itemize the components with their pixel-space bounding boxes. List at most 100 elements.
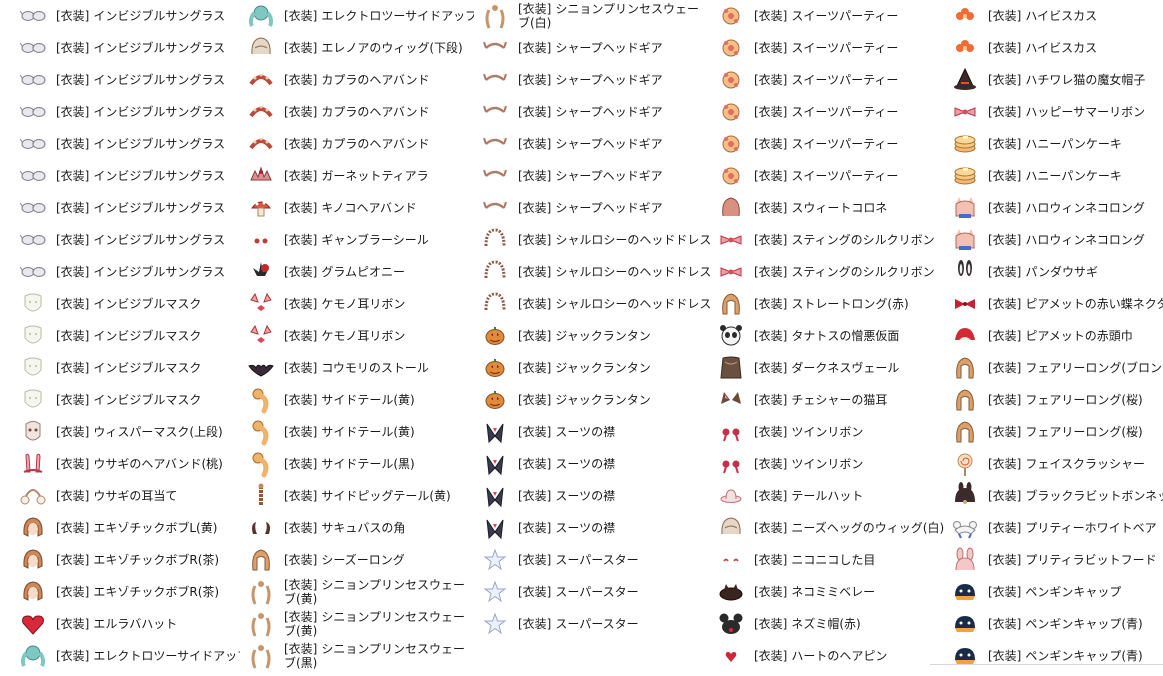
costume-item[interactable]: [衣装] スイーツパーティー (716, 160, 944, 192)
costume-item[interactable]: [衣装] スイーツパーティー (716, 32, 944, 64)
costume-item[interactable]: [衣装] ケモノ耳リボン (246, 320, 474, 352)
costume-item[interactable]: [衣装] ジャックランタン (480, 320, 712, 352)
costume-item[interactable]: [衣装] ハイビスカス (950, 0, 1163, 32)
costume-item[interactable]: [衣装] インビジブルマスク (18, 320, 240, 352)
costume-item[interactable]: [衣装] シャープヘッドギア (480, 96, 712, 128)
costume-item[interactable]: [衣装] スウィートコロネ (716, 192, 944, 224)
costume-item[interactable]: [衣装] シャープヘッドギア (480, 192, 712, 224)
costume-item[interactable]: [衣装] スーパースター (480, 576, 712, 608)
costume-item[interactable]: [衣装] カプラのヘアバンド (246, 64, 474, 96)
costume-item[interactable]: [衣装] ギャンブラーシール (246, 224, 474, 256)
costume-item[interactable]: [衣装] インビジブルサングラス (18, 32, 240, 64)
costume-item[interactable]: [衣装] ウィスパーマスク(上段) (18, 416, 240, 448)
costume-item[interactable]: [衣装] カプラのヘアバンド (246, 96, 474, 128)
costume-item[interactable]: [衣装] シニョンプリンセスウェーブ(黒) (246, 640, 474, 672)
costume-item[interactable]: [衣装] スティングのシルクリボン (716, 256, 944, 288)
costume-item[interactable]: [衣装] ピアメットの赤頭巾 (950, 320, 1163, 352)
costume-item[interactable]: [衣装] ペンギンキャップ(青) (950, 608, 1163, 640)
costume-item[interactable]: [衣装] スイーツパーティー (716, 128, 944, 160)
costume-item[interactable]: [衣装] シニョンプリンセスウェーブ(白) (480, 0, 712, 32)
costume-item[interactable]: [衣装] シニョンプリンセスウェーブ(黄) (246, 608, 474, 640)
costume-item[interactable]: [衣装] インビジブルサングラス (18, 0, 240, 32)
costume-item[interactable]: [衣装] ツインリボン (716, 448, 944, 480)
costume-item[interactable]: [衣装] チェシャーの猫耳 (716, 384, 944, 416)
costume-item[interactable]: [衣装] スイーツパーティー (716, 0, 944, 32)
costume-item[interactable]: [衣装] エキゾチックボブL(黄) (18, 512, 240, 544)
costume-item[interactable]: [衣装] ジャックランタン (480, 384, 712, 416)
costume-item[interactable]: [衣装] ウサギのヘアバンド(桃) (18, 448, 240, 480)
costume-item[interactable]: [衣装]ピアメットの赤い蝶ネクタイ (950, 288, 1163, 320)
costume-item[interactable]: [衣装] サイドピッグテール(黄) (246, 480, 474, 512)
costume-item[interactable]: [衣装] ストレートロング(赤) (716, 288, 944, 320)
costume-item[interactable]: [衣装] エルラバハット (18, 608, 240, 640)
costume-item[interactable]: [衣装] ハロウィンネコロング (950, 224, 1163, 256)
costume-item[interactable]: [衣装] コウモリのストール (246, 352, 474, 384)
costume-item[interactable]: [衣装] インビジブルサングラス (18, 64, 240, 96)
costume-item[interactable]: [衣装] カプラのヘアバンド (246, 128, 474, 160)
costume-item[interactable]: [衣装] インビジブルマスク (18, 288, 240, 320)
costume-item[interactable]: [衣装] シャルロシーのヘッドドレス (480, 288, 712, 320)
costume-item[interactable]: [衣装] サイドテール(黄) (246, 384, 474, 416)
costume-item[interactable]: [衣装] シャープヘッドギア (480, 32, 712, 64)
costume-item[interactable]: [衣装] ダークネスヴェール (716, 352, 944, 384)
costume-item[interactable]: [衣装] スイーツパーティー (716, 96, 944, 128)
costume-item[interactable]: [衣装] スーパースター (480, 608, 712, 640)
costume-item[interactable]: [衣装] シニョンプリンセスウェーブ(黄) (246, 576, 474, 608)
costume-item[interactable]: [衣装] ニーズヘッグのウィッグ(白) (716, 512, 944, 544)
costume-item[interactable]: [衣装] サイドテール(黒) (246, 448, 474, 480)
costume-item[interactable]: [衣装] インビジブルサングラス (18, 160, 240, 192)
costume-item[interactable]: [衣装] エキゾチックボブR(茶) (18, 576, 240, 608)
costume-item[interactable]: [衣装] ペンギンキャップ (950, 576, 1163, 608)
costume-item[interactable]: [衣装] パンダウサギ (950, 256, 1163, 288)
costume-item[interactable]: [衣装] インビジブルマスク (18, 352, 240, 384)
costume-item[interactable]: [衣装] テールハット (716, 480, 944, 512)
costume-item[interactable]: [衣装] インビジブルサングラス (18, 96, 240, 128)
costume-item[interactable]: [衣装] インビジブルマスク (18, 384, 240, 416)
costume-item[interactable]: [衣装] ハートのヘアピン (716, 640, 944, 672)
costume-item[interactable]: [衣装] スーパースター (480, 544, 712, 576)
costume-item[interactable]: [衣装] ケモノ耳リボン (246, 288, 474, 320)
costume-item[interactable]: [衣装] エレノアのウィッグ(下段) (246, 32, 474, 64)
costume-item[interactable]: [衣装] サキュバスの角 (246, 512, 474, 544)
costume-item[interactable]: [衣装] ツインリボン (716, 416, 944, 448)
costume-item[interactable]: [衣装] ハッピーサマーリボン (950, 96, 1163, 128)
costume-item[interactable]: [衣装]ブラックラビットボンネット (950, 480, 1163, 512)
costume-item[interactable]: [衣装] ジャックランタン (480, 352, 712, 384)
costume-item[interactable]: [衣装] エレクトロツーサイドアップ (18, 640, 240, 672)
costume-item[interactable]: [衣装] キノコヘアバンド (246, 192, 474, 224)
costume-item[interactable]: [衣装] スーツの襟 (480, 512, 712, 544)
costume-item[interactable]: [衣装] ハイビスカス (950, 32, 1163, 64)
costume-item[interactable]: [衣装] ネズミ帽(赤) (716, 608, 944, 640)
costume-item[interactable]: [衣装] プリティーホワイトベア (950, 512, 1163, 544)
costume-item[interactable]: [衣装] ハロウィンネコロング (950, 192, 1163, 224)
costume-item[interactable]: [衣装] プリティラビットフード (950, 544, 1163, 576)
costume-item[interactable]: [衣装]フェアリーロング(ブロンド) (950, 352, 1163, 384)
costume-item[interactable]: [衣装] エレクトロツーサイドアップ (246, 0, 474, 32)
costume-item[interactable]: [衣装] タナトスの憎悪仮面 (716, 320, 944, 352)
costume-item[interactable]: [衣装] インビジブルサングラス (18, 128, 240, 160)
costume-item[interactable]: [衣装] シャープヘッドギア (480, 160, 712, 192)
costume-item[interactable]: [衣装] フェアリーロング(桜) (950, 384, 1163, 416)
costume-item[interactable]: [衣装] シャルロシーのヘッドドレス (480, 224, 712, 256)
costume-item[interactable]: [衣装] フェアリーロング(桜) (950, 416, 1163, 448)
costume-item[interactable]: [衣装] ハニーパンケーキ (950, 160, 1163, 192)
costume-item[interactable]: [衣装] スイーツパーティー (716, 64, 944, 96)
costume-item[interactable]: [衣装] エキゾチックボブR(茶) (18, 544, 240, 576)
costume-item[interactable]: [衣装] スーツの襟 (480, 480, 712, 512)
costume-item[interactable]: [衣装] インビジブルサングラス (18, 256, 240, 288)
costume-item[interactable]: [衣装] インビジブルサングラス (18, 192, 240, 224)
costume-item[interactable]: [衣装] サイドテール(黄) (246, 416, 474, 448)
costume-item[interactable]: [衣装] シーズーロング (246, 544, 474, 576)
costume-item[interactable]: [衣装] ペンギンキャップ(青) (950, 640, 1163, 672)
costume-item[interactable]: [衣装] グラムピオニー (246, 256, 474, 288)
costume-item[interactable]: [衣装] ハチワレ猫の魔女帽子 (950, 64, 1163, 96)
costume-item[interactable]: [衣装] フェイスクラッシャー (950, 448, 1163, 480)
costume-item[interactable]: [衣装] インビジブルサングラス (18, 224, 240, 256)
costume-item[interactable]: [衣装] シャープヘッドギア (480, 128, 712, 160)
costume-item[interactable]: [衣装] シャルロシーのヘッドドレス (480, 256, 712, 288)
costume-item[interactable]: [衣装] ガーネットティアラ (246, 160, 474, 192)
costume-item[interactable]: [衣装] ネコミミベレー (716, 576, 944, 608)
costume-item[interactable]: [衣装] ニコニコした目 (716, 544, 944, 576)
costume-item[interactable]: [衣装] スティングのシルクリボン (716, 224, 944, 256)
costume-item[interactable]: [衣装] ウサギの耳当て (18, 480, 240, 512)
